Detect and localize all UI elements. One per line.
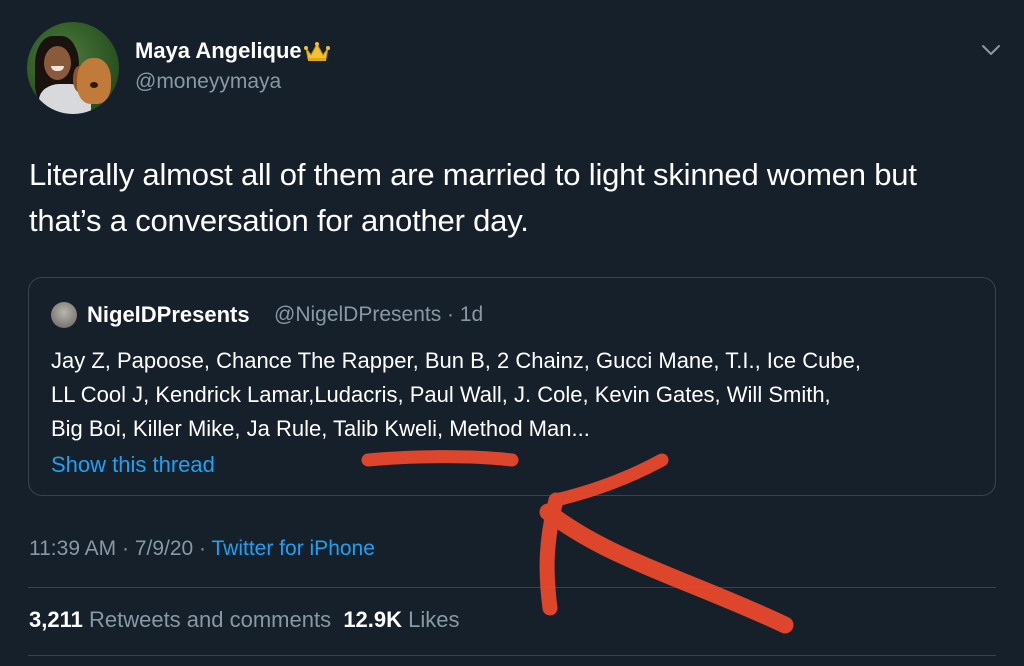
likes-count: 12.9K: [343, 607, 403, 632]
avatar-dog: [77, 58, 111, 104]
user-handle[interactable]: @moneyymaya: [135, 70, 281, 94]
quoted-handle-time: @NigelDPresents · 1d: [274, 303, 484, 326]
tweet-source-link[interactable]: Twitter for iPhone: [212, 537, 375, 560]
likes-label: Likes: [408, 607, 460, 632]
avatar[interactable]: [27, 22, 119, 114]
retweets-stat[interactable]: 3,211 Retweets and comments: [29, 607, 331, 632]
tweet-timestamp[interactable]: 11:39 AM · 7/9/20 ·: [29, 537, 212, 560]
retweets-label: Retweets and comments: [88, 607, 332, 632]
tweet-meta: 11:39 AM · 7/9/20 · Twitter for iPhone: [29, 537, 375, 561]
show-thread-link[interactable]: Show this thread: [51, 452, 215, 478]
quoted-text-line: LL Cool J, Kendrick Lamar,Ludacris, Paul…: [51, 382, 831, 407]
tweet-text-line: that’s a conversation for another day.: [29, 203, 529, 238]
avatar-dog-nose: [90, 82, 98, 88]
tweet-text: Literally almost all of them are married…: [29, 152, 1004, 244]
divider: [28, 655, 996, 656]
avatar-face: [44, 46, 71, 80]
quoted-tweet-card[interactable]: NigelDPresents @NigelDPresents · 1d Jay …: [28, 277, 996, 496]
quoted-avatar: [51, 302, 77, 328]
divider: [28, 587, 996, 588]
tweet-text-line: Literally almost all of them are married…: [29, 157, 917, 192]
tweet-stats: 3,211 Retweets and comments 12.9K Likes: [29, 607, 460, 633]
user-display-name[interactable]: Maya Angelique: [135, 38, 330, 64]
display-name-text: Maya Angelique: [135, 38, 302, 63]
quoted-text-line: Big Boi, Killer Mike, Ja Rule, Talib Kwe…: [51, 416, 590, 441]
quoted-text-line: Jay Z, Papoose, Chance The Rapper, Bun B…: [51, 348, 861, 373]
retweets-count: 3,211: [29, 607, 83, 632]
quoted-display-name: NigelDPresents: [87, 302, 250, 327]
quoted-tweet-text: Jay Z, Papoose, Chance The Rapper, Bun B…: [51, 344, 986, 446]
crown-icon: [303, 42, 330, 61]
chevron-down-icon[interactable]: [980, 42, 1002, 58]
arrow-shaft-stroke: [539, 503, 794, 634]
arrow-head-left-stroke: [539, 492, 564, 616]
likes-stat[interactable]: 12.9K Likes: [343, 607, 459, 632]
